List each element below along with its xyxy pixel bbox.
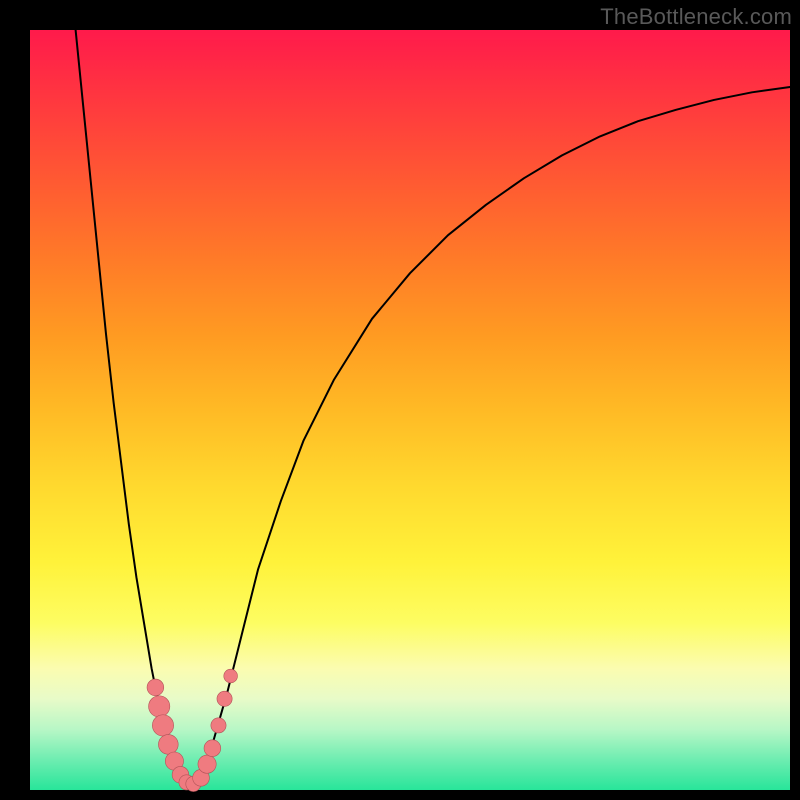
plot-area [30,30,790,790]
outer-frame: TheBottleneck.com [0,0,800,800]
data-marker [224,669,238,683]
data-marker [147,679,164,696]
curve-left-branch [76,30,182,782]
data-marker [158,735,178,755]
data-marker [149,696,170,717]
marker-group [147,669,237,791]
data-marker [217,691,232,706]
data-marker [211,718,226,733]
chart-svg [30,30,790,790]
data-marker [204,740,221,757]
data-marker [152,715,173,736]
curve-right-branch [197,87,790,782]
attribution-text: TheBottleneck.com [600,4,792,30]
data-marker [198,755,216,773]
